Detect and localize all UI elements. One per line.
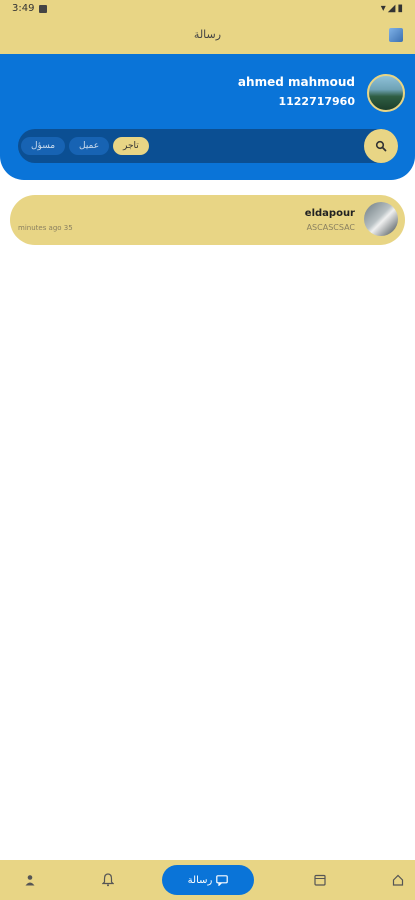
filter-chip-client[interactable]: عميل [69, 137, 110, 155]
filter-chip-admin[interactable]: مسؤل [21, 137, 66, 155]
app-bar: رسالة [0, 20, 415, 54]
avatar[interactable] [367, 74, 405, 112]
filter-chip-merchant[interactable]: تاجر [113, 137, 149, 155]
nav-notifications[interactable] [99, 871, 117, 889]
nav-home[interactable] [389, 871, 407, 889]
nav-messages-label: رسالة [187, 874, 213, 886]
nav-orders[interactable] [311, 871, 329, 889]
search-icon [375, 140, 387, 152]
conversation-name: eldapour [304, 208, 355, 219]
home-icon [392, 874, 404, 886]
page-title: رسالة [193, 28, 222, 41]
notification-icon [39, 5, 47, 13]
status-time: 3:49 [12, 3, 35, 14]
search-button[interactable] [364, 129, 398, 163]
profile-panel: ahmed mahmoud 1122717960 تاجر عميل مسؤل [0, 54, 415, 180]
bell-icon [102, 873, 114, 887]
calendar-icon [314, 874, 326, 886]
profile-phone: 1122717960 [278, 95, 355, 108]
chat-icon [216, 874, 229, 886]
nav-profile[interactable] [21, 871, 39, 889]
conversation-preview: ASCASCSAC [306, 223, 355, 232]
conversation-avatar [364, 202, 398, 236]
bottom-nav: رسالة [0, 860, 415, 900]
conversation-item[interactable]: eldapour ASCASCSAC minutes ago 35 [10, 195, 405, 245]
app-logo-icon[interactable] [389, 28, 403, 42]
status-bar: 3:49 ▾◢▮ [0, 0, 415, 20]
profile-name: ahmed mahmoud [237, 75, 355, 89]
person-icon [25, 875, 35, 886]
conversation-time: minutes ago 35 [18, 224, 73, 232]
search-bar: تاجر عميل مسؤل [18, 129, 398, 163]
signal-battery-icon: ▾◢▮ [380, 3, 405, 14]
nav-messages[interactable]: رسالة [162, 865, 254, 895]
